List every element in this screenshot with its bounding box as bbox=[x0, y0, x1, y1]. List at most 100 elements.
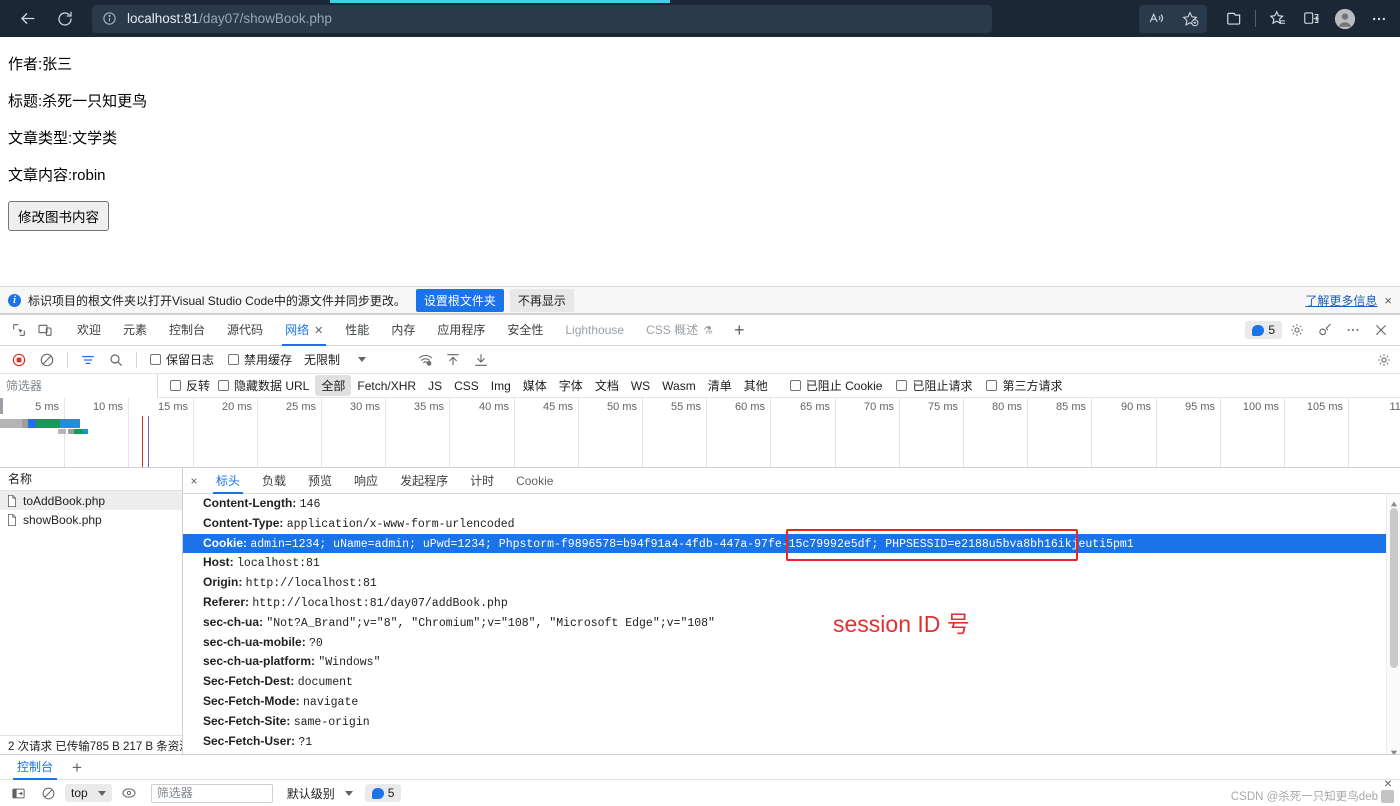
detail-tab-2[interactable]: 预览 bbox=[297, 468, 343, 494]
devtools-tab-2[interactable]: 控制台 bbox=[158, 315, 216, 346]
clear-log-button[interactable] bbox=[34, 348, 60, 372]
close-icon[interactable]: × bbox=[1384, 293, 1392, 308]
clear-console-button[interactable] bbox=[35, 781, 61, 805]
import-har-button[interactable] bbox=[440, 348, 466, 372]
profile-button[interactable] bbox=[1328, 4, 1362, 34]
header-row[interactable]: Content-Length: 146 bbox=[183, 494, 1386, 514]
set-root-folder-button[interactable]: 设置根文件夹 bbox=[415, 288, 504, 312]
resource-type--[interactable]: 全部 bbox=[315, 375, 352, 396]
header-row[interactable]: sec-ch-ua-platform: "Windows" bbox=[183, 652, 1386, 672]
settings-and-more-button[interactable] bbox=[1362, 4, 1396, 34]
request-list-column-header[interactable]: 名称 bbox=[0, 468, 182, 491]
scroll-down-arrow-icon[interactable] bbox=[1390, 746, 1398, 756]
add-favorite-button[interactable] bbox=[1173, 4, 1207, 34]
hide-data-urls-checkbox[interactable]: 隐藏数据 URL bbox=[218, 377, 309, 394]
learn-more-link[interactable]: 了解更多信息 bbox=[1305, 292, 1377, 309]
devtools-tab-4[interactable]: 网络 ✕ bbox=[274, 315, 334, 346]
network-overview-timeline[interactable]: 5 ms 10 ms 15 ms 20 ms 25 ms 30 ms 35 ms 40 ms 4… bbox=[0, 398, 1400, 468]
request-row[interactable]: toAddBook.php bbox=[0, 491, 182, 510]
devtools-tab-0[interactable]: 欢迎 bbox=[66, 315, 112, 346]
site-info-icon[interactable] bbox=[102, 11, 117, 26]
devtools-tab-1[interactable]: 元素 bbox=[112, 315, 158, 346]
devtools-settings-button[interactable] bbox=[1284, 317, 1310, 343]
third-party-checkbox[interactable]: 第三方请求 bbox=[986, 377, 1063, 394]
detail-tab-4[interactable]: 发起程序 bbox=[389, 468, 459, 494]
resource-type-ws[interactable]: WS bbox=[625, 377, 656, 395]
header-row[interactable]: sec-ch-ua: "Not?A_Brand";v="8", "Chromiu… bbox=[183, 613, 1386, 633]
detail-tab-5[interactable]: 计时 bbox=[459, 468, 505, 494]
read-aloud-button[interactable] bbox=[1139, 4, 1173, 34]
resource-type--[interactable]: 文档 bbox=[589, 375, 625, 396]
execution-context-select[interactable]: top bbox=[65, 784, 112, 802]
modify-book-button[interactable]: 修改图书内容 bbox=[8, 201, 109, 231]
drawer-add-tab-button[interactable]: + bbox=[62, 759, 92, 776]
devtools-tab-9[interactable]: Lighthouse bbox=[554, 315, 635, 346]
filter-input[interactable] bbox=[0, 373, 158, 398]
disable-cache-checkbox[interactable]: 禁用缓存 bbox=[228, 351, 292, 368]
detail-tab-3[interactable]: 响应 bbox=[343, 468, 389, 494]
search-button[interactable] bbox=[103, 348, 129, 372]
header-row[interactable]: Sec-Fetch-User: ?1 bbox=[183, 732, 1386, 752]
header-row[interactable]: Sec-Fetch-Mode: navigate bbox=[183, 692, 1386, 712]
drawer-tab-console[interactable]: 控制台 bbox=[8, 755, 62, 780]
split-screen-button[interactable] bbox=[1294, 4, 1328, 34]
console-sidebar-button[interactable] bbox=[5, 781, 31, 805]
resource-type--[interactable]: 媒体 bbox=[517, 375, 553, 396]
blocked-cookies-checkbox[interactable]: 已阻止 Cookie bbox=[789, 377, 882, 394]
devtools-tab-10[interactable]: CSS 概述 ⚗ bbox=[635, 315, 724, 346]
console-filter-input[interactable] bbox=[150, 783, 273, 803]
resource-type-css[interactable]: CSS bbox=[448, 377, 485, 395]
header-row[interactable]: Sec-Fetch-Site: same-origin bbox=[183, 712, 1386, 732]
network-conditions-button[interactable] bbox=[412, 348, 438, 372]
devtools-tab-6[interactable]: 内存 bbox=[380, 315, 426, 346]
live-expression-button[interactable] bbox=[116, 781, 142, 805]
devtools-tab-5[interactable]: 性能 bbox=[334, 315, 380, 346]
preserve-log-checkbox[interactable]: 保留日志 bbox=[150, 351, 214, 368]
customize-devtools-button[interactable] bbox=[1312, 317, 1338, 343]
address-bar[interactable]: localhost:81/day07/showBook.php bbox=[92, 4, 992, 33]
add-panel-button[interactable]: + bbox=[724, 321, 755, 339]
devtools-more-button[interactable] bbox=[1340, 317, 1366, 343]
devtools-tab-7[interactable]: 应用程序 bbox=[426, 315, 496, 346]
dont-show-again-button[interactable]: 不再显示 bbox=[509, 288, 574, 312]
close-detail-button[interactable]: × bbox=[183, 474, 205, 488]
throttling-select[interactable]: 无限制 bbox=[300, 349, 410, 370]
inspect-element-button[interactable] bbox=[6, 317, 32, 343]
resource-type--[interactable]: 字体 bbox=[553, 375, 589, 396]
detail-tab-0[interactable]: 标头 bbox=[205, 468, 251, 494]
devtools-tab-3[interactable]: 源代码 bbox=[216, 315, 274, 346]
header-row[interactable]: Content-Type: application/x-www-form-url… bbox=[183, 514, 1386, 534]
resource-type--[interactable]: 清单 bbox=[702, 375, 738, 396]
scroll-up-arrow-icon[interactable] bbox=[1390, 497, 1398, 507]
blocked-requests-checkbox[interactable]: 已阻止请求 bbox=[896, 377, 972, 394]
header-row[interactable]: Origin: http://localhost:81 bbox=[183, 573, 1386, 593]
favorites-button[interactable] bbox=[1260, 4, 1294, 34]
record-button[interactable] bbox=[6, 348, 32, 372]
filter-toggle-button[interactable] bbox=[75, 348, 101, 372]
header-row[interactable]: Sec-Fetch-Dest: document bbox=[183, 672, 1386, 692]
back-button[interactable] bbox=[8, 0, 46, 37]
export-har-button[interactable] bbox=[468, 348, 494, 372]
resource-type-fetch-xhr[interactable]: Fetch/XHR bbox=[351, 377, 422, 395]
close-devtools-button[interactable] bbox=[1368, 317, 1394, 343]
log-level-select[interactable]: 默认级别 bbox=[287, 785, 353, 802]
device-toolbar-button[interactable] bbox=[32, 317, 58, 343]
resource-type-js[interactable]: JS bbox=[422, 377, 448, 395]
detail-tab-1[interactable]: 负载 bbox=[251, 468, 297, 494]
network-settings-button[interactable] bbox=[1376, 352, 1392, 368]
header-row[interactable]: Referer: http://localhost:81/day07/addBo… bbox=[183, 593, 1386, 613]
invert-checkbox[interactable]: 反转 bbox=[170, 377, 210, 394]
reload-button[interactable] bbox=[46, 0, 84, 37]
devtools-tab-8[interactable]: 安全性 bbox=[496, 315, 554, 346]
console-issues-badge[interactable]: 5 bbox=[364, 784, 402, 802]
close-tab-icon[interactable]: ✕ bbox=[314, 325, 323, 337]
resource-type-img[interactable]: Img bbox=[485, 377, 517, 395]
scroll-thumb[interactable] bbox=[1390, 508, 1398, 668]
header-row[interactable]: Cookie: admin=1234; uName=admin; uPwd=12… bbox=[183, 533, 1386, 554]
headers-scrollbar[interactable] bbox=[1386, 494, 1400, 757]
header-row[interactable]: Host: localhost:81 bbox=[183, 553, 1386, 573]
header-row[interactable]: sec-ch-ua-mobile: ?0 bbox=[183, 633, 1386, 653]
collections-button[interactable] bbox=[1217, 4, 1251, 34]
resource-type-wasm[interactable]: Wasm bbox=[656, 377, 702, 395]
request-row[interactable]: showBook.php bbox=[0, 510, 182, 529]
